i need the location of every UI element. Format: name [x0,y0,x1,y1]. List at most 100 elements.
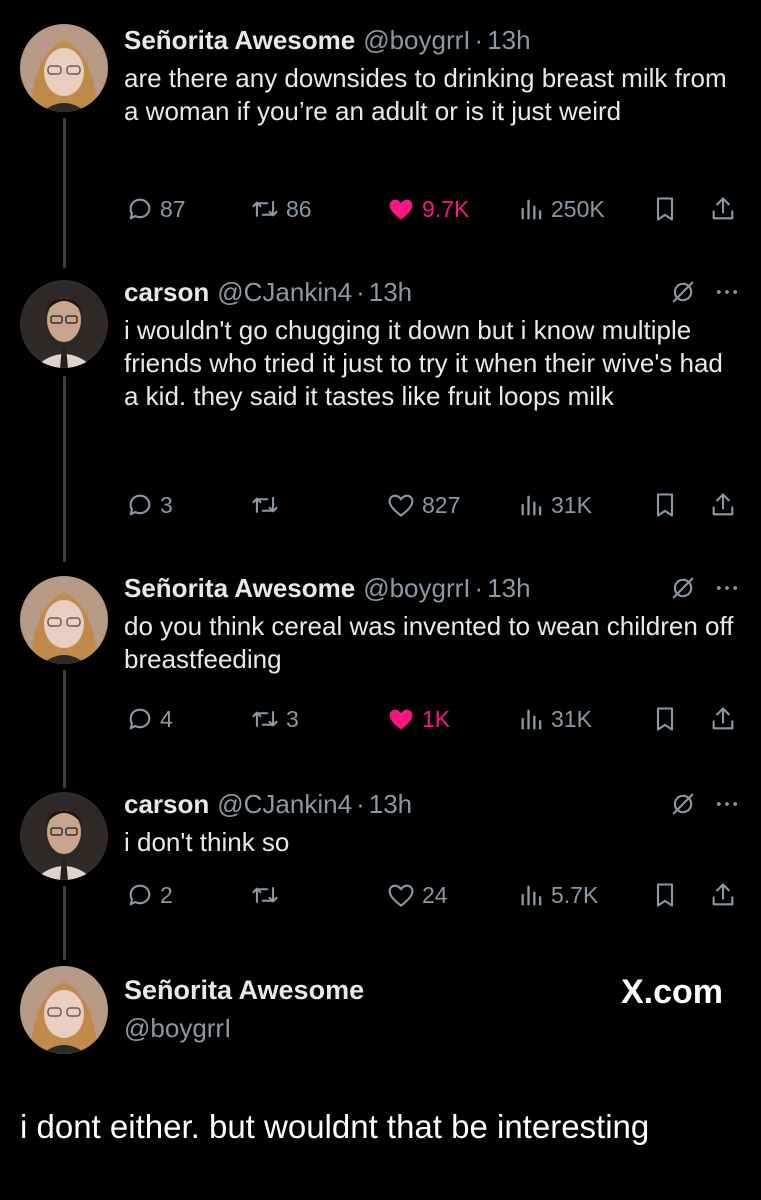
author-name[interactable]: Señorita Awesome [124,25,355,56]
avatar-senorita[interactable] [20,24,108,112]
header-tools [669,790,741,818]
header-tools [669,278,741,306]
views-button[interactable]: 250K [519,195,605,223]
views-icon [521,495,542,516]
avatar-carson[interactable] [20,792,108,880]
reply-icon [129,884,151,906]
views-button[interactable]: 31K [519,705,592,733]
separator-dot: · [474,572,484,603]
bookmark-icon [656,493,674,517]
separator-dot: · [356,788,365,819]
grok-icon[interactable] [669,574,697,602]
more-icon[interactable] [713,790,741,818]
share-icon [712,707,734,730]
share-icon [712,197,734,220]
tweet[interactable]: Señorita Awesome @boygrrI · 13h do you t… [124,572,741,676]
author-name[interactable]: Señorita Awesome [124,573,355,604]
bookmark-button[interactable] [652,491,678,519]
share-button[interactable] [709,195,737,223]
like-count: 9.7K [422,195,470,222]
separator-dot: · [356,276,365,307]
reply-count: 87 [160,195,186,222]
views-icon [521,709,542,730]
reply-icon [129,198,151,220]
author-name[interactable]: carson [124,277,209,308]
tweet-header: carson @CJankin4 · 13h [124,276,741,308]
tweet-actions: 3 827 31K [0,491,761,525]
reply-count: 2 [160,881,173,908]
avatar-senorita[interactable] [20,576,108,664]
reply-count: 3 [160,491,173,518]
tweet-actions: 87 86 9.7K 250K [0,195,761,229]
thread-line [63,118,66,268]
retweet-button[interactable] [250,491,286,519]
like-button[interactable]: 827 [386,491,460,519]
bookmark-icon [656,707,674,731]
timestamp[interactable]: 13h [369,789,412,820]
reply-button[interactable]: 87 [126,195,186,223]
like-count: 1K [422,705,451,732]
more-icon[interactable] [713,574,741,602]
share-button[interactable] [709,491,737,519]
retweet-icon [252,201,278,217]
tweet-text: i wouldn't go chugging it down but i kno… [124,315,723,411]
bookmark-button[interactable] [652,705,678,733]
tweet-header: Señorita Awesome @boygrrI · 13h [124,572,741,604]
timestamp[interactable]: 13h [487,573,530,604]
bookmark-icon [656,197,674,221]
author-handle[interactable]: @CJankin4 [217,277,352,308]
timestamp[interactable]: 13h [369,277,412,308]
reply-button[interactable]: 2 [126,881,173,909]
views-button[interactable]: 31K [519,491,592,519]
retweet-icon [252,497,278,513]
x-brand-logo: X.com [620,973,723,1011]
header-tools [669,574,741,602]
grok-icon[interactable] [669,790,697,818]
like-count: 24 [422,881,448,908]
heart-filled-icon [389,709,413,730]
reply-button[interactable]: 4 [126,705,173,733]
views-button[interactable]: 5.7K [519,881,598,909]
retweet-button[interactable]: 3 [250,705,299,733]
retweet-icon [252,711,278,727]
views-count: 31K [551,491,592,518]
tweet-header: carson @CJankin4 · 13h [124,788,741,820]
retweet-button[interactable] [250,881,286,909]
grok-icon[interactable] [669,278,697,306]
reply-count: 4 [160,705,173,732]
views-icon [521,885,542,906]
views-count: 5.7K [551,881,599,908]
author-name[interactable]: Señorita Awesome [124,975,364,1006]
author-handle[interactable]: @CJankin4 [217,789,352,820]
bookmark-button[interactable] [652,881,678,909]
more-icon[interactable] [713,278,741,306]
share-icon [712,883,734,906]
separator-dot: · [474,24,484,55]
share-icon [712,493,734,516]
tweet[interactable]: carson @CJankin4 · 13h i wouldn't go chu… [124,276,741,413]
author-handle[interactable]: @boygrrI [363,573,470,604]
tweet-text: do you think cereal was invented to wean… [124,611,734,674]
author-handle[interactable]: @boygrrI [363,25,470,56]
like-button[interactable]: 24 [386,881,448,909]
retweet-button[interactable]: 86 [250,195,312,223]
author-name[interactable]: carson [124,789,209,820]
author-handle[interactable]: @boygrrI [124,1013,231,1044]
share-button[interactable] [709,881,737,909]
heart-filled-icon [389,199,413,220]
avatar-senorita[interactable] [20,966,108,1054]
avatar-carson[interactable] [20,280,108,368]
reply-button[interactable]: 3 [126,491,173,519]
bookmark-button[interactable] [652,195,678,223]
heart-icon [388,884,414,907]
thread-line [63,376,66,562]
timestamp[interactable]: 13h [487,25,530,56]
tweet-text: are there any downsides to drinking brea… [124,63,727,126]
tweet[interactable]: carson @CJankin4 · 13h i don't think so [124,788,741,859]
tweet[interactable]: Señorita Awesome @boygrrI · 13h are ther… [124,24,741,128]
share-button[interactable] [709,705,737,733]
like-button[interactable]: 9.7K [386,195,469,223]
like-button[interactable]: 1K [386,705,450,733]
views-count: 250K [551,195,605,222]
tweet-text: i dont either. but wouldnt that be inter… [20,1108,650,1145]
